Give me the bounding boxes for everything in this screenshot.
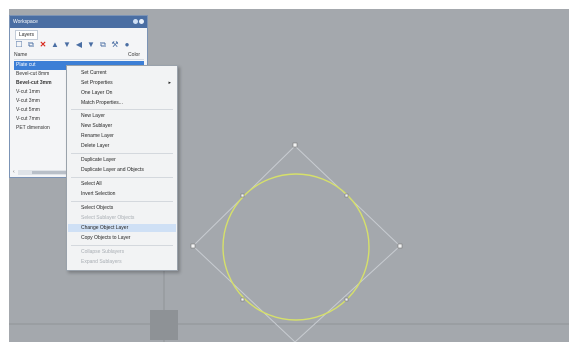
menu-separator <box>71 245 173 246</box>
scroll-left-icon[interactable]: ‹ <box>13 170 15 175</box>
menu-separator <box>71 201 173 202</box>
menu-item-new-layer[interactable]: New Layer <box>81 112 105 120</box>
menu-item-label: One Layer On <box>81 90 113 96</box>
menu-separator <box>71 177 173 178</box>
panel-menu-icon[interactable] <box>133 19 138 24</box>
control-point <box>240 297 245 302</box>
menu-item-select-all[interactable]: Select All <box>81 180 102 188</box>
control-point <box>240 193 245 198</box>
tools-icon[interactable]: ⚒ <box>111 40 119 49</box>
menu-item-label: Change Object Layer <box>81 225 129 231</box>
menu-item-label: Invert Selection <box>81 191 116 197</box>
move-up-icon[interactable]: ▲ <box>51 40 59 49</box>
submenu-arrow-icon: ▸ <box>168 80 171 86</box>
control-point <box>397 243 403 249</box>
menu-item-label: New Layer <box>81 113 105 119</box>
control-points <box>190 142 403 302</box>
column-header: Name Color <box>14 52 144 60</box>
context-menu: Set Current Set Properties ▸ One Layer On Ma… <box>66 65 178 271</box>
menu-item-label: Select All <box>81 181 102 187</box>
menu-item-label: Duplicate Layer <box>81 157 116 163</box>
menu-item-set-properties[interactable]: Set Properties ▸ <box>81 79 177 87</box>
new-layer-icon[interactable]: ☐ <box>15 40 23 49</box>
menu-item-label: New Sublayer <box>81 123 113 129</box>
menu-item-duplicate-layer-and-objects[interactable]: Duplicate Layer and Objects <box>81 166 144 174</box>
menu-item-change-object-layer[interactable]: Change Object Layer <box>68 224 176 232</box>
menu-item-label: Match Properties... <box>81 100 123 106</box>
menu-item-delete-layer[interactable]: Delete Layer <box>81 142 109 150</box>
funnel-icon[interactable]: ▼ <box>87 40 95 49</box>
menu-item-one-layer-on[interactable]: One Layer On <box>81 89 112 97</box>
panel-controls[interactable] <box>133 19 144 25</box>
menu-item-select-objects[interactable]: Select Objects <box>81 204 113 212</box>
menu-item-select-sublayer-objects[interactable]: Select Sublayer Objects <box>81 214 134 222</box>
filter-icon[interactable]: ◀ <box>75 40 83 49</box>
panel-title: Workspace <box>10 16 147 28</box>
scrollbar-thumb[interactable] <box>32 171 70 174</box>
menu-item-match-properties[interactable]: Match Properties... <box>81 99 123 107</box>
menu-item-duplicate-layer[interactable]: Duplicate Layer <box>81 156 116 164</box>
origin-marker <box>150 310 178 340</box>
control-point <box>344 297 349 302</box>
menu-item-invert-selection[interactable]: Invert Selection <box>81 190 115 198</box>
layers-toolbar: ☐ ⧉ ✕ ▲ ▼ ◀ ▼ ⧉ ⚒ ● <box>15 40 143 50</box>
control-point <box>344 193 349 198</box>
menu-item-label: Expand Sublayers <box>81 259 122 265</box>
menu-item-label: Delete Layer <box>81 143 110 149</box>
menu-item-set-current[interactable]: Set Current <box>81 69 107 77</box>
menu-item-label: Select Objects <box>81 205 114 211</box>
move-down-icon[interactable]: ▼ <box>63 40 71 49</box>
menu-item-label: Duplicate Layer and Objects <box>81 167 144 173</box>
panel-close-icon[interactable] <box>139 19 144 24</box>
tab-layers[interactable]: Layers <box>15 30 39 40</box>
menu-item-label: Copy Objects to Layer <box>81 235 131 241</box>
new-sublayer-icon[interactable]: ⧉ <box>27 40 35 49</box>
control-point <box>190 243 196 249</box>
menu-separator <box>71 109 173 110</box>
control-point <box>292 142 298 148</box>
menu-item-expand-sublayers[interactable]: Expand Sublayers <box>81 258 122 266</box>
panel-title-text: Workspace <box>13 19 38 25</box>
menu-item-label: Set Current <box>81 70 107 76</box>
menu-item-label: Collapse Sublayers <box>81 249 125 255</box>
column-name-label[interactable]: Name <box>14 52 27 58</box>
menu-item-collapse-sublayers[interactable]: Collapse Sublayers <box>81 248 124 256</box>
menu-item-new-sublayer[interactable]: New Sublayer <box>81 122 112 130</box>
copy-icon[interactable]: ⧉ <box>99 40 107 49</box>
menu-item-label: Select Sublayer Objects <box>81 215 135 221</box>
help-icon[interactable]: ● <box>123 40 131 49</box>
menu-item-rename-layer[interactable]: Rename Layer <box>81 132 114 140</box>
delete-icon[interactable]: ✕ <box>39 40 47 49</box>
menu-item-label: Set Properties <box>81 80 113 86</box>
column-color-label[interactable]: Color <box>128 52 140 59</box>
menu-item-label: Rename Layer <box>81 133 114 139</box>
menu-separator <box>71 153 173 154</box>
menu-item-copy-objects-to-layer[interactable]: Copy Objects to Layer <box>81 234 130 242</box>
